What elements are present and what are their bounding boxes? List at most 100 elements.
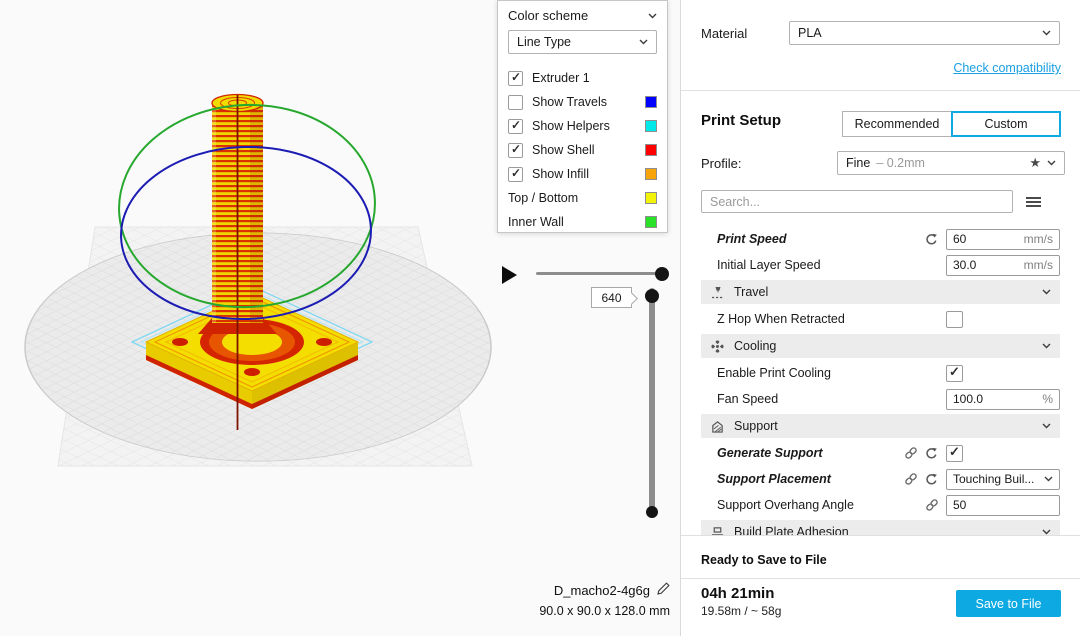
setting-label: Support Placement: [717, 472, 831, 486]
color-scheme-rows: Extruder 1 Show Travels Show Helpers Show S…: [498, 66, 667, 234]
divider: [681, 90, 1080, 91]
color-swatch: [645, 96, 657, 108]
link-icon[interactable]: [921, 498, 942, 512]
profile-name: Fine: [846, 156, 871, 170]
setting-row-z-hop-when-retracted: Z Hop When Retracted: [681, 306, 1080, 332]
reset-icon[interactable]: [921, 233, 942, 246]
setting-control: 50: [946, 494, 1060, 516]
setting-select[interactable]: Touching Buil...: [946, 468, 1060, 490]
setting-control: [946, 364, 1060, 382]
search-input[interactable]: [701, 190, 1013, 213]
setting-row-initial-layer-speed: Initial Layer Speed 30.0 mm/s: [681, 252, 1080, 278]
color-scheme-row-label: Extruder 1: [532, 71, 590, 85]
profile-label: Profile:: [701, 155, 742, 171]
chevron-down-icon: [1042, 529, 1051, 535]
save-to-file-button[interactable]: Save to File: [956, 590, 1061, 617]
color-scheme-row-show-travels: Show Travels: [498, 90, 667, 114]
color-scheme-row-label: Show Shell: [532, 143, 595, 157]
simulation-slider-track[interactable]: [536, 272, 664, 275]
setting-row-support-overhang-angle: Support Overhang Angle 50: [681, 492, 1080, 518]
custom-button[interactable]: Custom: [951, 111, 1061, 137]
setting-control: 100.0%: [946, 388, 1060, 410]
setting-value-field[interactable]: 30.0 mm/s: [946, 254, 1060, 276]
category-support[interactable]: Support: [701, 414, 1060, 438]
link-icon[interactable]: [900, 446, 921, 460]
reset-icon[interactable]: [921, 473, 942, 486]
setting-control: 30.0 mm/s: [946, 254, 1060, 276]
material-select[interactable]: PLA: [789, 21, 1060, 45]
play-button[interactable]: [502, 266, 517, 284]
setting-label: Initial Layer Speed: [717, 258, 821, 272]
menu-icon[interactable]: [1026, 196, 1041, 208]
travel-icon: [710, 286, 725, 299]
color-scheme-row-show-shell: Show Shell: [498, 138, 667, 162]
color-scheme-row-show-helpers: Show Helpers: [498, 114, 667, 138]
category-label: Travel: [734, 285, 769, 299]
visibility-checkbox[interactable]: [508, 118, 523, 134]
chevron-down-icon: [1042, 423, 1051, 429]
category-build-plate-adhesion[interactable]: Build Plate Adhesion: [701, 520, 1060, 536]
chevron-down-icon: [1042, 30, 1051, 36]
setting-row-print-speed: Print Speed 60 mm/s: [681, 226, 1080, 252]
chevron-down-icon: [1047, 160, 1056, 166]
visibility-checkbox[interactable]: [508, 142, 523, 158]
color-scheme-row-label: Top / Bottom: [508, 191, 579, 205]
profile-select[interactable]: Fine – 0.2mm ★: [837, 151, 1065, 175]
chevron-down-icon: [1042, 343, 1051, 349]
model-info: D_macho2-4g6g 90.0 x 90.0 x 128.0 mm: [420, 582, 670, 618]
setting-label: Enable Print Cooling: [717, 366, 831, 380]
visibility-checkbox[interactable]: [508, 166, 523, 182]
setting-value: 100.0: [953, 392, 984, 406]
setting-label: Z Hop When Retracted: [717, 312, 845, 326]
setting-value: 50: [953, 498, 967, 512]
category-label: Support: [734, 419, 778, 433]
setting-unit: %: [1042, 392, 1053, 406]
setting-value-field[interactable]: 100.0%: [946, 388, 1060, 410]
category-travel[interactable]: Travel: [701, 280, 1060, 304]
color-scheme-header[interactable]: Color scheme: [498, 1, 667, 30]
recommended-button[interactable]: Recommended: [842, 111, 951, 137]
visibility-checkbox[interactable]: [508, 70, 523, 86]
layer-slider-top-handle[interactable]: [645, 289, 659, 303]
star-icon[interactable]: ★: [1029, 155, 1041, 171]
adhesion-icon: [710, 526, 725, 536]
color-scheme-value: Line Type: [517, 35, 571, 49]
settings-sidebar: Material PLA Check compatibility Print S…: [680, 0, 1080, 636]
model-dimensions: 90.0 x 90.0 x 128.0 mm: [539, 604, 670, 618]
setting-value-field[interactable]: 60 mm/s: [946, 228, 1060, 250]
color-scheme-row-label: Show Infill: [532, 167, 589, 181]
chevron-down-icon: [648, 13, 657, 19]
color-scheme-row-label: Show Travels: [532, 95, 608, 109]
setting-checkbox[interactable]: [946, 364, 963, 382]
chevron-down-icon: [639, 39, 648, 45]
category-cooling[interactable]: Cooling: [701, 334, 1060, 358]
color-scheme-select[interactable]: Line Type: [508, 30, 657, 54]
layer-slider-bottom-handle[interactable]: [646, 506, 658, 518]
setting-checkbox[interactable]: [946, 444, 963, 462]
print-setup-title: Print Setup: [701, 112, 782, 129]
simulation-slider-handle[interactable]: [655, 267, 669, 281]
setting-checkbox[interactable]: [946, 310, 963, 328]
material-usage: 19.58m / ~ 58g: [701, 604, 782, 618]
color-scheme-row-label: Inner Wall: [508, 215, 564, 229]
search-row: [701, 190, 1060, 213]
chevron-down-icon: [1042, 289, 1051, 295]
layer-number-badge[interactable]: 640: [591, 287, 632, 308]
color-scheme-row-label: Show Helpers: [532, 119, 610, 133]
setting-unit: mm/s: [1023, 258, 1053, 272]
setting-label: Print Speed: [717, 232, 787, 246]
edit-name-icon[interactable]: [657, 582, 670, 598]
color-swatch: [645, 144, 657, 156]
support-icon: [710, 420, 725, 433]
setting-select-value: Touching Buil...: [953, 472, 1035, 486]
divider: [681, 578, 1080, 579]
check-compatibility-link[interactable]: Check compatibility: [953, 61, 1061, 75]
setting-value-field[interactable]: 50: [946, 494, 1060, 516]
reset-icon[interactable]: [921, 447, 942, 460]
setting-label: Support Overhang Angle: [717, 498, 854, 512]
layer-slider-track[interactable]: [649, 288, 655, 518]
setting-label: Generate Support: [717, 446, 823, 460]
visibility-checkbox[interactable]: [508, 94, 523, 110]
link-icon[interactable]: [900, 472, 921, 486]
setting-row-generate-support: Generate Support: [681, 440, 1080, 466]
